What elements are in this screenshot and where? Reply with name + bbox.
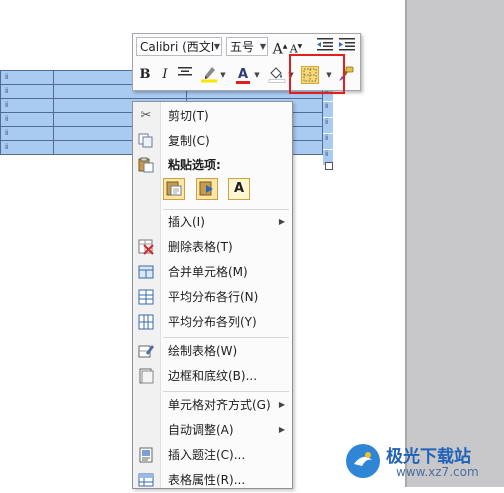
distribute-columns-icon: [138, 314, 154, 330]
menu-separator: [163, 209, 289, 210]
align-center-icon[interactable]: [177, 65, 193, 85]
page-edge-shadow: [405, 0, 407, 487]
menu-separator: [163, 337, 289, 338]
row-end-mark: ⅱ: [323, 134, 333, 150]
grow-font-button[interactable]: A▲: [272, 37, 288, 58]
table-resize-handle[interactable]: [325, 162, 333, 170]
menu-item-borders-shading[interactable]: 边框和底纹(B)...: [133, 365, 292, 387]
borders-shading-icon: [138, 368, 154, 384]
shading-icon[interactable]: [268, 65, 286, 85]
draw-table-icon: [138, 343, 154, 359]
watermark: 极光下载站 www.xz7.com: [346, 440, 502, 484]
table-cell[interactable]: ⅱ: [0, 84, 54, 99]
context-menu: ✂ 剪切(T) 复制(C) 粘贴选项: A 插入(I) ▶ 删除表格(T) 合并…: [132, 101, 293, 489]
menu-item-label: 剪切(T): [168, 109, 209, 123]
scissors-icon: ✂: [140, 108, 152, 123]
menu-item-cell-alignment[interactable]: 单元格对齐方式(G) ▶: [133, 394, 292, 416]
submenu-arrow-icon: ▶: [278, 400, 285, 409]
menu-item-label: 表格属性(R)...: [168, 473, 246, 487]
italic-button[interactable]: I: [157, 65, 173, 85]
table-cell[interactable]: ⅱ: [0, 98, 54, 113]
menu-item-cut[interactable]: ✂ 剪切(T): [133, 105, 292, 127]
font-name-combo[interactable]: Calibri (西文I: [136, 37, 222, 56]
table-cell[interactable]: ⅱ: [0, 70, 54, 85]
menu-item-paste-options: 粘贴选项:: [133, 154, 292, 176]
menu-item-label: 边框和底纹(B)...: [168, 369, 258, 383]
chevron-down-icon[interactable]: ▼: [212, 37, 222, 56]
watermark-title: 极光下载站: [386, 447, 471, 467]
paste-text-only-icon[interactable]: A: [228, 178, 250, 200]
menu-item-label: 插入题注(C)...: [168, 448, 246, 462]
menu-item-distribute-columns[interactable]: 平均分布各列(Y): [133, 311, 292, 333]
row-end-mark: ⅱ: [323, 118, 333, 134]
menu-item-insert-caption[interactable]: 插入题注(C)...: [133, 444, 292, 466]
menu-item-label: 删除表格(T): [168, 240, 233, 254]
site-logo-icon: [346, 444, 380, 478]
chevron-down-icon[interactable]: ▼: [219, 65, 227, 85]
highlight-icon[interactable]: [199, 65, 219, 85]
watermark-url: www.xz7.com: [396, 465, 479, 479]
paste-icon: [138, 157, 154, 173]
menu-item-copy[interactable]: 复制(C): [133, 130, 292, 152]
grow-font-label: A: [272, 41, 283, 58]
menu-item-label: 粘贴选项:: [168, 158, 221, 172]
paste-merge-formatting-icon[interactable]: [196, 178, 218, 200]
menu-item-insert[interactable]: 插入(I) ▶: [133, 211, 292, 233]
menu-item-merge-cells[interactable]: 合并单元格(M): [133, 261, 292, 283]
menu-item-label: 插入(I): [168, 215, 205, 229]
bold-button[interactable]: B: [137, 65, 153, 85]
font-color-label: A: [237, 67, 249, 82]
row-end-mark: ⅱ: [323, 102, 333, 118]
menu-item-label: 合并单元格(M): [168, 265, 248, 279]
menu-item-label: 绘制表格(W): [168, 344, 238, 358]
delete-table-icon: [138, 239, 154, 255]
paste-options-row: A: [163, 178, 263, 204]
merge-cells-icon: [138, 264, 154, 280]
paste-keep-formatting-icon[interactable]: [163, 178, 185, 200]
table-cell[interactable]: ⅱ: [0, 112, 54, 127]
chevron-down-icon[interactable]: ▼: [253, 65, 261, 85]
table-cell[interactable]: ⅱ: [0, 126, 54, 141]
menu-item-table-properties[interactable]: 表格属性(R)...: [133, 469, 292, 491]
menu-item-autofit[interactable]: 自动调整(A) ▶: [133, 419, 292, 441]
copy-icon: [138, 133, 154, 149]
menu-separator: [163, 391, 289, 392]
menu-item-label: 自动调整(A): [168, 423, 234, 437]
menu-item-label: 平均分布各列(Y): [168, 315, 257, 329]
menu-item-draw-table[interactable]: 绘制表格(W): [133, 340, 292, 362]
menu-item-label: 单元格对齐方式(G): [168, 398, 271, 412]
chevron-down-icon[interactable]: ▼: [258, 37, 268, 56]
table-cell[interactable]: ⅱ: [0, 140, 54, 155]
menu-item-distribute-rows[interactable]: 平均分布各行(N): [133, 286, 292, 308]
menu-item-delete-table[interactable]: 删除表格(T): [133, 236, 292, 258]
table-properties-icon: [138, 472, 154, 488]
font-color-icon[interactable]: A: [234, 65, 252, 85]
insert-caption-icon: [138, 447, 154, 463]
menu-item-label: 平均分布各行(N): [168, 290, 259, 304]
distribute-rows-icon: [138, 289, 154, 305]
submenu-arrow-icon: ▶: [278, 425, 285, 434]
submenu-arrow-icon: ▶: [278, 217, 285, 226]
borders-button-highlight: [289, 54, 345, 94]
document-gutter: [405, 0, 504, 487]
menu-item-label: 复制(C): [168, 134, 210, 148]
